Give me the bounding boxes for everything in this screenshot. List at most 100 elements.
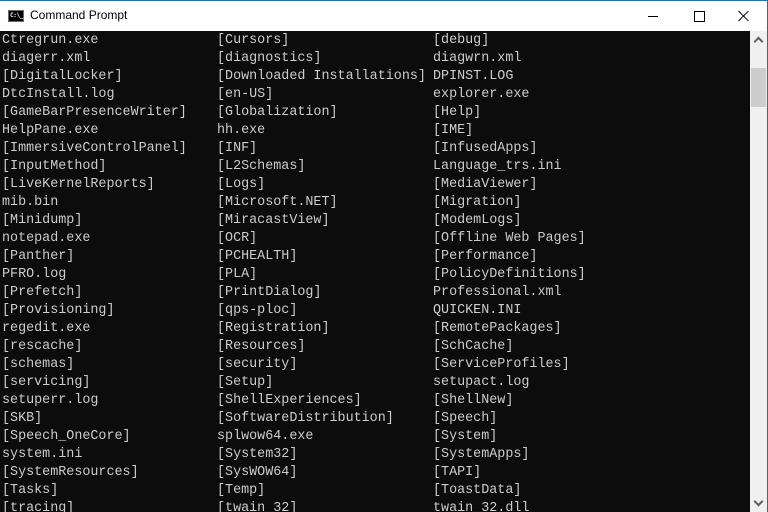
listing-entry: [System] bbox=[433, 429, 498, 444]
listing-entry: [GameBarPresenceWriter] bbox=[2, 105, 187, 120]
listing-entry: system.ini bbox=[2, 447, 83, 462]
listing-entry: [Minidump] bbox=[2, 213, 83, 228]
listing-entry: [Panther] bbox=[2, 249, 75, 264]
listing-row: Ctregrun.exe [Cursors] [debug] bbox=[0, 32, 750, 50]
listing-entry: [LiveKernelReports] bbox=[2, 177, 155, 192]
listing-entry: DPINST.LOG bbox=[433, 69, 514, 84]
listing-entry: [ModemLogs] bbox=[433, 213, 522, 228]
listing-entry: [Provisioning] bbox=[2, 303, 115, 318]
listing-row: [Prefetch] [PrintDialog] Professional.xml bbox=[0, 284, 750, 302]
listing-entry: [twain_32] bbox=[217, 501, 298, 512]
listing-entry: Professional.xml bbox=[433, 285, 562, 300]
listing-entry: [Speech_OneCore] bbox=[2, 429, 131, 444]
listing-entry: [rescache] bbox=[2, 339, 83, 354]
listing-entry: [Offline Web Pages] bbox=[433, 231, 586, 246]
listing-entry: twain_32.dll bbox=[433, 501, 530, 512]
close-icon bbox=[738, 10, 750, 22]
listing-entry: mib.bin bbox=[2, 195, 59, 210]
listing-entry: regedit.exe bbox=[2, 321, 91, 336]
listing-entry: notepad.exe bbox=[2, 231, 91, 246]
app-icon-glyph: C:\_ bbox=[10, 12, 24, 19]
listing-row: setuperr.log [ShellExperiences] [ShellNew] bbox=[0, 392, 750, 410]
listing-row: [tracing] [twain_32] twain_32.dll bbox=[0, 500, 750, 512]
listing-entry: setuperr.log bbox=[2, 393, 99, 408]
listing-row: [schemas] [security] [ServiceProfiles] bbox=[0, 356, 750, 374]
listing-entry: [ShellExperiences] bbox=[217, 393, 362, 408]
listing-entry: [InfusedApps] bbox=[433, 141, 538, 156]
listing-entry: [Registration] bbox=[217, 321, 330, 336]
listing-row: [servicing] [Setup] setupact.log bbox=[0, 374, 750, 392]
listing-entry: [Speech] bbox=[433, 411, 498, 426]
listing-entry: [Microsoft.NET] bbox=[217, 195, 338, 210]
scroll-down-button[interactable] bbox=[750, 495, 767, 512]
listing-row: [Tasks] [Temp] [ToastData] bbox=[0, 482, 750, 500]
listing-entry: [en-US] bbox=[217, 87, 274, 102]
listing-entry: [Migration] bbox=[433, 195, 522, 210]
chevron-down-icon bbox=[753, 496, 764, 507]
listing-row: [SKB] [SoftwareDistribution] [Speech] bbox=[0, 410, 750, 428]
listing-entry: [Globalization] bbox=[217, 105, 338, 120]
listing-entry: [SystemResources] bbox=[2, 465, 139, 480]
listing-entry: Language_trs.ini bbox=[433, 159, 562, 174]
listing-entry: [INF] bbox=[217, 141, 258, 156]
listing-row: [Provisioning] [qps-ploc] QUICKEN.INI bbox=[0, 302, 750, 320]
maximize-button[interactable] bbox=[676, 1, 722, 31]
listing-entry: [security] bbox=[217, 357, 298, 372]
listing-entry: [ShellNew] bbox=[433, 393, 514, 408]
listing-row: [Speech_OneCore] splwow64.exe [System] bbox=[0, 428, 750, 446]
chevron-up-icon bbox=[753, 36, 764, 47]
listing-entry: [TAPI] bbox=[433, 465, 482, 480]
listing-entry: PFRO.log bbox=[2, 267, 67, 282]
listing-entry: [PCHEALTH] bbox=[217, 249, 298, 264]
listing-entry: [Downloaded Installations] bbox=[217, 69, 426, 84]
listing-entry: diagwrn.xml bbox=[433, 51, 522, 66]
scroll-up-button[interactable] bbox=[750, 31, 767, 48]
listing-entry: [ServiceProfiles] bbox=[433, 357, 570, 372]
listing-entry: explorer.exe bbox=[433, 87, 530, 102]
listing-entry: [Prefetch] bbox=[2, 285, 83, 300]
vertical-scrollbar[interactable] bbox=[750, 31, 767, 512]
listing-row: HelpPane.exe hh.exe [IME] bbox=[0, 122, 750, 140]
listing-row: [Minidump] [MiracastView] [ModemLogs] bbox=[0, 212, 750, 230]
minimize-button[interactable] bbox=[630, 1, 676, 31]
close-button[interactable] bbox=[721, 1, 767, 31]
listing-row: [ImmersiveControlPanel] [INF] [InfusedApps… bbox=[0, 140, 750, 158]
listing-row: [InputMethod] [L2Schemas] Language_trs.ini bbox=[0, 158, 750, 176]
listing-entry: [ImmersiveControlPanel] bbox=[2, 141, 187, 156]
listing-entry: [Logs] bbox=[217, 177, 266, 192]
listing-entry: [PLA] bbox=[217, 267, 258, 282]
listing-entry: [SysWOW64] bbox=[217, 465, 298, 480]
listing-entry: [SoftwareDistribution] bbox=[217, 411, 394, 426]
listing-row: mib.bin [Microsoft.NET] [Migration] bbox=[0, 194, 750, 212]
listing-entry: DtcInstall.log bbox=[2, 87, 115, 102]
listing-row: PFRO.log [PLA] [PolicyDefinitions] bbox=[0, 266, 750, 284]
title-bar[interactable]: C:\_ Command Prompt bbox=[0, 1, 767, 31]
console-output[interactable]: Ctregrun.exe [Cursors] [debug] diagerr.xml [… bbox=[0, 31, 750, 512]
listing-entry: [Cursors] bbox=[217, 33, 290, 48]
scrollbar-thumb[interactable] bbox=[751, 68, 766, 107]
listing-entry: [Tasks] bbox=[2, 483, 59, 498]
listing-entry: [SystemApps] bbox=[433, 447, 530, 462]
listing-entry: [qps-ploc] bbox=[217, 303, 298, 318]
maximize-icon bbox=[693, 10, 705, 22]
listing-entry: [MediaViewer] bbox=[433, 177, 538, 192]
listing-entry: HelpPane.exe bbox=[2, 123, 99, 138]
listing-entry: [OCR] bbox=[217, 231, 258, 246]
listing-entry: [diagnostics] bbox=[217, 51, 322, 66]
listing-entry: [DigitalLocker] bbox=[2, 69, 123, 84]
listing-entry: setupact.log bbox=[433, 375, 530, 390]
listing-entry: [debug] bbox=[433, 33, 490, 48]
listing-row: [LiveKernelReports] [Logs] [MediaViewer] bbox=[0, 176, 750, 194]
command-prompt-window: C:\_ Command Prompt Ctregrun.exe [Cursors… bbox=[0, 0, 768, 512]
listing-entry: [schemas] bbox=[2, 357, 75, 372]
listing-entry: [RemotePackages] bbox=[433, 321, 562, 336]
listing-entry: [Help] bbox=[433, 105, 482, 120]
minimize-icon bbox=[648, 15, 658, 17]
command-prompt-icon: C:\_ bbox=[8, 10, 24, 22]
listing-row: [DigitalLocker] [Downloaded Installations… bbox=[0, 68, 750, 86]
listing-entry: splwow64.exe bbox=[217, 429, 314, 444]
listing-entry: [tracing] bbox=[2, 501, 75, 512]
listing-row: [GameBarPresenceWriter] [Globalization] [H… bbox=[0, 104, 750, 122]
window-title: Command Prompt bbox=[30, 8, 128, 22]
listing-entry: [PolicyDefinitions] bbox=[433, 267, 586, 282]
